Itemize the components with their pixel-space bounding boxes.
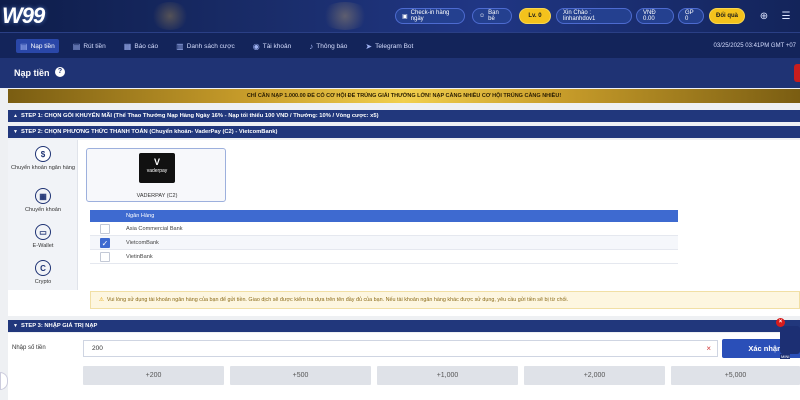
- bank-row[interactable]: Asia Commercial Bank: [90, 222, 678, 236]
- withdraw-icon: ▤: [72, 41, 81, 51]
- amount-label: Nhập số tiền: [12, 345, 46, 351]
- decorative-ornament: [320, 2, 370, 30]
- exchange-gift-button[interactable]: Đổi quà: [709, 8, 745, 24]
- bank-transfer-icon: $: [35, 146, 51, 162]
- chevron-down-icon: ▼: [13, 129, 18, 135]
- page-header: Nạp tiền ?: [0, 58, 800, 88]
- bank-row[interactable]: VietinBank: [90, 250, 678, 264]
- report-icon: ▦: [123, 41, 132, 51]
- tab-account[interactable]: ◉ Tài khoản: [249, 39, 296, 53]
- list-icon: ▥: [176, 41, 184, 51]
- bell-icon: ♪: [309, 41, 314, 51]
- tab-report[interactable]: ▦ Báo cáo: [120, 39, 162, 53]
- transfer-icon: ▦: [35, 188, 51, 204]
- chevron-down-icon: ▼: [13, 323, 18, 329]
- vaderpay-logo: V vaderpay: [139, 153, 175, 183]
- site-logo[interactable]: W99: [2, 3, 45, 29]
- top-header: W99 ▣ Check-in hàng ngày ☺ Bạn bè Lv. 0 …: [0, 0, 800, 32]
- mini-game-icon[interactable]: [780, 326, 800, 354]
- account-nav: ▤ Nạp tiền ▤ Rút tiền ▦ Báo cáo ▥ Danh s…: [0, 32, 800, 58]
- tab-withdraw[interactable]: ▤ Rút tiền: [69, 39, 110, 53]
- crypto-icon: C: [35, 260, 51, 276]
- step2-header[interactable]: ▼ STEP 2: CHỌN PHƯƠNG THỨC THANH TOÁN (Ch…: [8, 126, 800, 138]
- method-transfer[interactable]: ▦ Chuyển khoản: [8, 188, 78, 213]
- tab-telegram-bot[interactable]: ➤ Telegram Bot: [361, 39, 417, 53]
- method-ewallet[interactable]: ▭ E-Wallet: [8, 224, 78, 249]
- checkin-button[interactable]: ▣ Check-in hàng ngày: [395, 8, 465, 24]
- tab-bet-list[interactable]: ▥ Danh sách cược: [172, 39, 239, 53]
- amount-input[interactable]: 200 ×: [83, 340, 718, 357]
- mini-label: MINI: [780, 354, 791, 359]
- tab-deposit[interactable]: ▤ Nạp tiền: [16, 39, 59, 53]
- provider-card-vaderpay[interactable]: V vaderpay VADERPAY (C2): [86, 148, 226, 202]
- ewallet-icon: ▭: [35, 224, 51, 240]
- quick-amount-button[interactable]: +200: [83, 366, 224, 385]
- warning-icon: ⚠: [99, 297, 104, 303]
- clear-icon[interactable]: ×: [706, 341, 711, 356]
- step1-header[interactable]: ▲ STEP 1: CHỌN GÓI KHUYẾN MÃI (Thể Thao T…: [8, 110, 800, 122]
- bank-checkbox-checked[interactable]: ✓: [100, 238, 110, 248]
- quick-amount-button[interactable]: +5,000: [671, 366, 800, 385]
- promo-corner-badge[interactable]: [794, 64, 800, 82]
- help-icon[interactable]: ?: [55, 67, 65, 77]
- friends-icon: ☺: [479, 13, 486, 19]
- quick-amount-button[interactable]: +1,000: [377, 366, 518, 385]
- gp-display[interactable]: GP 0: [678, 8, 704, 24]
- datetime-display: 03/25/2025 03:41PM GMT +07: [713, 43, 796, 49]
- step3-header[interactable]: ▼ STEP 3: NHẬP GIÁ TRỊ NẠP: [8, 320, 800, 332]
- calendar-icon: ▣: [402, 13, 408, 20]
- bank-row[interactable]: ✓ VietcomBank: [90, 236, 678, 250]
- side-toggle-tab[interactable]: [0, 372, 8, 390]
- bank-table: Ngân Hàng Asia Commercial Bank ✓ Vietcom…: [90, 210, 678, 264]
- telegram-icon: ➤: [365, 41, 373, 51]
- quick-amount-button[interactable]: +2,000: [524, 366, 665, 385]
- promo-banner: CHỈ CẦN NẠP 1.000.00 ĐỂ CÓ CƠ HỘI ĐỂ TRÚ…: [8, 89, 800, 103]
- globe-icon[interactable]: ⊕: [757, 9, 771, 23]
- friends-button[interactable]: ☺ Bạn bè: [472, 8, 512, 24]
- account-icon: ◉: [252, 41, 260, 51]
- balance-display[interactable]: VNĐ 0.00: [636, 8, 674, 24]
- level-badge[interactable]: Lv. 0: [519, 8, 551, 24]
- warning-notice: ⚠ Vui lòng sử dụng tài khoản ngân hàng củ…: [90, 291, 800, 309]
- decorative-ornament: [150, 2, 190, 30]
- quick-amount-button[interactable]: +500: [230, 366, 371, 385]
- provider-name: VADERPAY (C2): [136, 193, 178, 199]
- method-crypto[interactable]: C Crypto: [8, 260, 78, 285]
- chevron-up-icon: ▲: [13, 113, 18, 119]
- step2-panel: $ Chuyển khoản ngân hàng ▦ Chuyển khoản …: [8, 140, 800, 316]
- deposit-icon: ▤: [20, 41, 28, 51]
- user-greeting[interactable]: Xin Chào : linhanhdov1: [556, 8, 632, 24]
- step3-panel: Nhập số tiền 200 × Xác nhận +200 +500 +1…: [8, 333, 800, 400]
- bank-checkbox[interactable]: [100, 252, 110, 262]
- page-title: Nạp tiền: [14, 68, 50, 78]
- user-icon[interactable]: ☰: [779, 9, 793, 23]
- bank-table-header: Ngân Hàng: [90, 210, 678, 222]
- mini-game-widget[interactable]: × MINI: [776, 318, 800, 359]
- payment-methods: $ Chuyển khoản ngân hàng ▦ Chuyển khoản …: [8, 140, 78, 290]
- tab-notifications[interactable]: ♪ Thông báo: [305, 39, 351, 53]
- close-icon[interactable]: ×: [776, 318, 785, 327]
- bank-checkbox[interactable]: [100, 224, 110, 234]
- method-bank-transfer[interactable]: $ Chuyển khoản ngân hàng: [8, 146, 78, 171]
